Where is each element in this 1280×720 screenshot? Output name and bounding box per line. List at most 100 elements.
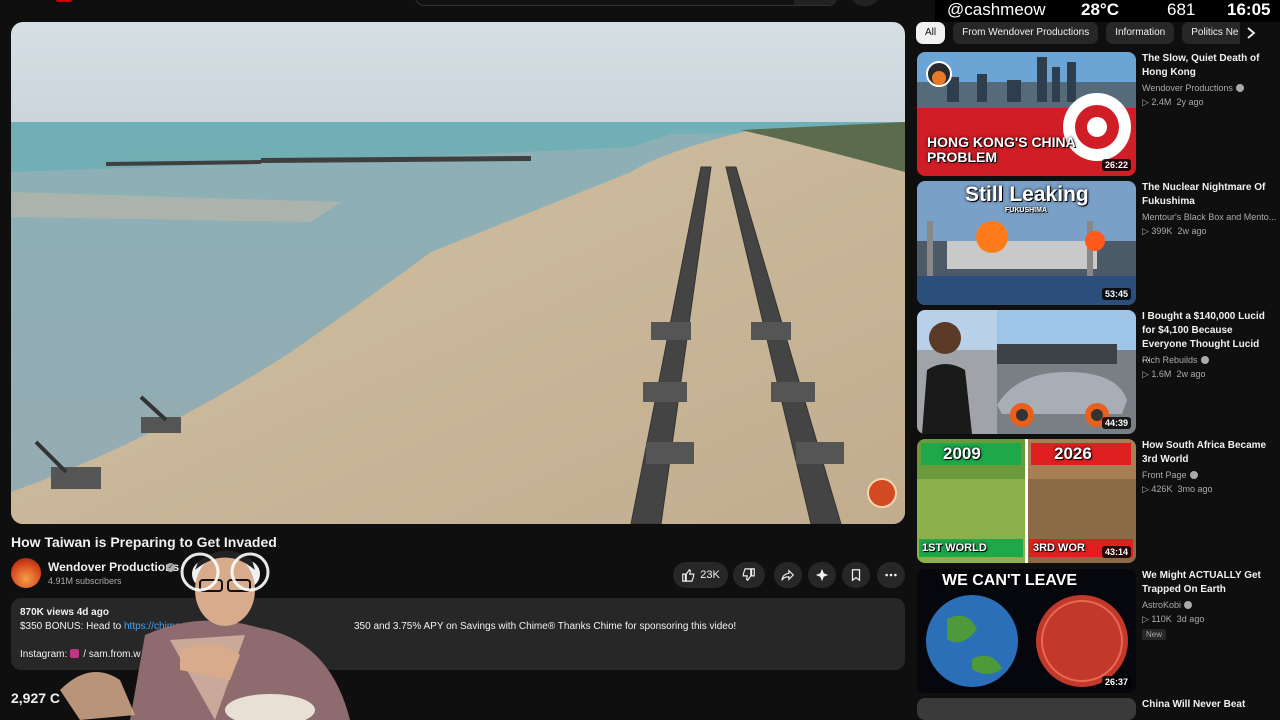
video-duration: 26:37 xyxy=(1101,676,1131,688)
video-duration: 26:22 xyxy=(1101,159,1131,171)
chip-information[interactable]: Information xyxy=(1106,22,1175,44)
video-player[interactable] xyxy=(11,22,905,524)
thumbnail-subtext: FUKUSHIMA xyxy=(1005,207,1047,214)
more-horizontal-icon xyxy=(885,573,897,577)
verified-check-icon xyxy=(1200,356,1209,364)
video-thumbnail[interactable]: Still Leaking FUKUSHIMA 53:45 xyxy=(917,181,1136,305)
video-title: How Taiwan is Preparing to Get Invaded xyxy=(11,534,277,550)
dislike-button[interactable] xyxy=(733,562,765,588)
sparkle-icon xyxy=(815,568,829,582)
recommendation-channel-name[interactable]: AstroKobi xyxy=(1142,600,1181,610)
recommendation-age: 3d ago xyxy=(1176,614,1205,624)
verified-check-icon: ✓ xyxy=(166,563,175,572)
sponsor-link[interactable]: https://chime.co xyxy=(124,621,194,632)
thumbnail-text: Still Leaking xyxy=(965,183,1089,206)
share-button[interactable] xyxy=(774,562,802,588)
bookmark-icon xyxy=(851,569,861,582)
video-frame xyxy=(11,22,905,524)
thumbnail-year-right: 2026 xyxy=(1054,444,1092,463)
video-thumbnail[interactable]: HONG KONG'S CHINA PROBLEM 26:22 xyxy=(917,52,1136,176)
overlay-temperature: 28°C xyxy=(1081,0,1119,19)
chip-politics[interactable]: Politics Ne xyxy=(1182,22,1248,44)
search-button[interactable] xyxy=(794,0,836,5)
description-continuation: 350 and 3.75% APY on Savings with Chime®… xyxy=(353,621,737,632)
recommendation-channel-name[interactable]: Front Page xyxy=(1142,470,1187,480)
video-duration: 44:39 xyxy=(1101,417,1131,429)
voice-search-button[interactable] xyxy=(852,0,878,6)
subscribe-button[interactable] xyxy=(192,560,260,588)
recommendation-channel[interactable]: Front Page xyxy=(1142,470,1198,480)
recommendation-age: 2w ago xyxy=(1176,369,1206,379)
subscriber-count: 4.91M subscribers xyxy=(48,576,122,586)
recommendation-item[interactable]: 44:39 I Bought a $140,000 Lucid for $4,1… xyxy=(917,310,1267,434)
chip-all[interactable]: All xyxy=(916,22,946,44)
recommendation-views: 399K xyxy=(1151,226,1173,236)
recommendation-title[interactable]: We Might ACTUALLY Get Trapped On Earth xyxy=(1142,569,1270,597)
stream-status-overlay: @cashmeow 28°C 681 16:05 xyxy=(935,0,1280,22)
video-thumbnail[interactable]: 44:39 xyxy=(917,310,1136,434)
thumbs-down-icon xyxy=(742,568,755,582)
overlay-time: 16:05 xyxy=(1227,0,1271,19)
recommendation-meta: ▷ 1.6M 2w ago xyxy=(1142,369,1206,379)
recommendation-item[interactable]: China Will Never Beat xyxy=(917,698,1267,720)
recommendation-age: 2w ago xyxy=(1177,226,1207,236)
share-arrow-icon xyxy=(781,569,795,581)
recommendation-channel[interactable]: Wendover Productions xyxy=(1142,83,1244,93)
new-badge: New xyxy=(1142,629,1167,640)
chevron-right-icon xyxy=(1247,27,1256,39)
video-thumbnail[interactable]: WE CAN'T LEAVE 26:37 xyxy=(917,569,1136,693)
instagram-handle[interactable]: / sam.from.w xyxy=(83,649,140,660)
recommendation-title[interactable]: The Nuclear Nightmare Of Fukushima xyxy=(1142,181,1270,209)
recommendation-title[interactable]: The Slow, Quiet Death of Hong Kong xyxy=(1142,52,1270,80)
recommendation-title[interactable]: How South Africa Became 3rd World xyxy=(1142,439,1270,467)
recommendation-title[interactable]: China Will Never Beat xyxy=(1142,698,1270,712)
video-thumbnail[interactable] xyxy=(917,698,1136,720)
recommendation-meta: ▷ 426K 3mo ago xyxy=(1142,484,1213,494)
chip-from-channel[interactable]: From Wendover Productions xyxy=(953,22,1099,44)
recommendation-meta: ▷ 2.4M 2y ago xyxy=(1142,97,1204,107)
search-bar[interactable] xyxy=(415,0,837,6)
recommendation-channel-name[interactable]: Wendover Productions xyxy=(1142,83,1233,93)
recommendation-item[interactable]: WE CAN'T LEAVE 26:37 We Might ACTUALLY G… xyxy=(917,569,1267,693)
chips-next-button[interactable] xyxy=(1240,22,1262,44)
overlay-count: 681 xyxy=(1167,0,1196,19)
recommendation-age: 3mo ago xyxy=(1177,484,1213,494)
overlay-handle: @cashmeow xyxy=(947,0,1046,19)
recommendation-channel[interactable]: Mentour's Black Box and Mento... xyxy=(1142,212,1276,222)
ask-button[interactable] xyxy=(808,562,836,588)
thumbnail-text: WE CAN'T LEAVE xyxy=(942,572,1078,589)
recommendation-meta: ▷ 399K 2w ago xyxy=(1142,226,1207,236)
like-button[interactable]: 23K xyxy=(673,562,728,588)
thumbnail-year-left: 2009 xyxy=(943,444,981,463)
recommendation-views: 426K xyxy=(1151,484,1173,494)
recommendation-views: 1.6M xyxy=(1151,369,1172,379)
more-actions-button[interactable] xyxy=(877,562,905,588)
views-and-date: 870K views 4d ago xyxy=(20,607,109,618)
description-line: $350 BONUS: Head to https://chime.co 350 … xyxy=(20,620,896,634)
thumbnail-label-right: 3RD WOR xyxy=(1033,542,1085,554)
description-box[interactable]: 870K views 4d ago $350 BONUS: Head to ht… xyxy=(11,598,905,670)
description-text: $350 BONUS: Head to xyxy=(20,621,124,632)
recommendation-channel-name[interactable]: Rich Rebuilds xyxy=(1142,355,1198,365)
channel-name[interactable]: Wendover Productions xyxy=(48,560,179,574)
recommendation-channel[interactable]: Rich Rebuilds xyxy=(1142,355,1209,365)
verified-check-icon xyxy=(1184,601,1193,609)
recommendation-views: 2.4M xyxy=(1151,97,1172,107)
comment-count: 2,927 C xyxy=(11,690,61,706)
save-button[interactable] xyxy=(842,562,870,588)
verified-check-icon xyxy=(1189,471,1198,479)
recommendation-item[interactable]: 2009 2026 1ST WORLD 3RD WOR 43:14 How So… xyxy=(917,439,1267,563)
thumbs-up-icon xyxy=(682,568,695,582)
thumbnail-label-left: 1ST WORLD xyxy=(922,542,987,554)
thumbnail-text: HONG KONG'S CHINA PROBLEM xyxy=(927,134,1076,165)
youtube-logo-fragment[interactable] xyxy=(56,0,72,2)
video-thumbnail[interactable]: 2009 2026 1ST WORLD 3RD WOR 43:14 xyxy=(917,439,1136,563)
recommendation-item[interactable]: HONG KONG'S CHINA PROBLEM 26:22 The Slow… xyxy=(917,52,1267,176)
recommendation-item[interactable]: Still Leaking FUKUSHIMA 53:45 The Nuclea… xyxy=(917,181,1276,305)
instagram-label: Instagram: xyxy=(20,649,68,660)
channel-watermark-icon[interactable] xyxy=(867,478,897,508)
instagram-icon xyxy=(70,649,80,658)
recommendation-channel[interactable]: AstroKobi xyxy=(1142,600,1193,610)
instagram-line: Instagram: / sam.from.w xyxy=(20,648,896,662)
channel-avatar[interactable] xyxy=(11,558,41,588)
